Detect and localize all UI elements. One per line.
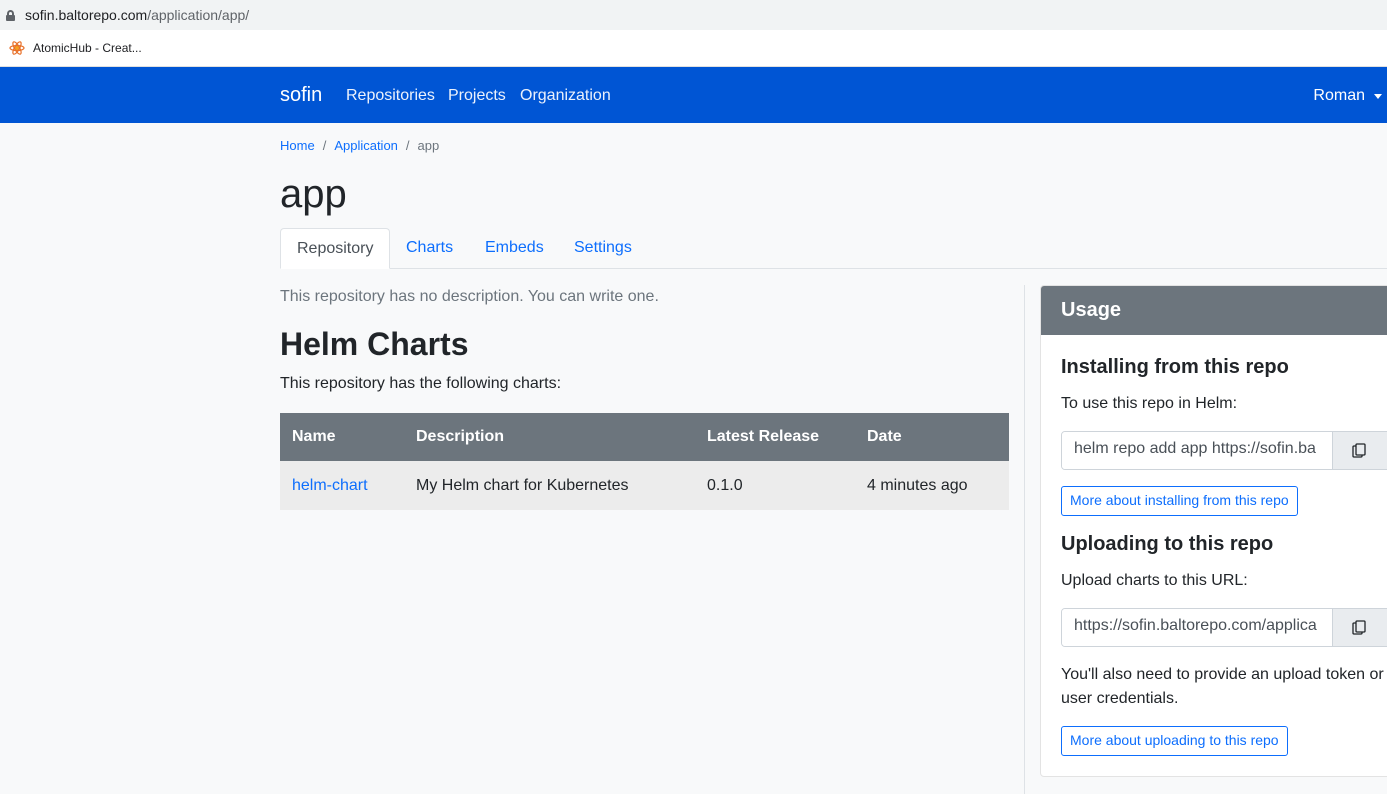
col-header-name: Name	[280, 413, 404, 461]
atomichub-icon	[9, 41, 25, 55]
usage-card: Usage Installing from this repo To use t…	[1040, 285, 1387, 777]
lock-icon	[6, 9, 15, 21]
copy-upload-button[interactable]	[1332, 609, 1387, 646]
page-title: app	[280, 172, 347, 216]
repo-description: This repository has no description. You …	[280, 288, 659, 305]
top-navbar: sofin Repositories Projects Organization…	[0, 67, 1387, 123]
upload-url-input[interactable]: https://sofin.baltorepo.com/applica	[1062, 609, 1332, 646]
address-bar[interactable]: sofin.baltorepo.com/application/app/	[0, 0, 1387, 30]
copy-install-button[interactable]	[1332, 432, 1387, 469]
brand-link[interactable]: sofin	[280, 84, 322, 107]
user-menu[interactable]: Roman	[1313, 87, 1365, 105]
breadcrumb-home[interactable]: Home	[280, 138, 315, 153]
tab-repository[interactable]: Repository	[280, 228, 391, 269]
table-header-row: Name Description Latest Release Date	[280, 413, 1009, 461]
col-header-description: Description	[404, 413, 695, 461]
upload-text: Upload charts to this URL:	[1061, 572, 1248, 589]
nav-organization[interactable]: Organization	[520, 87, 611, 105]
breadcrumb: Home / Application / app	[280, 138, 439, 153]
install-command-field: helm repo add app https://sofin.ba	[1061, 431, 1387, 470]
upload-title: Uploading to this repo	[1061, 533, 1274, 555]
nav-projects[interactable]: Projects	[448, 87, 506, 105]
section-title: Helm Charts	[280, 326, 469, 362]
url-host: sofin.baltorepo.com	[25, 7, 148, 23]
charts-table: Name Description Latest Release Date hel…	[280, 413, 1009, 510]
tab-embeds[interactable]: Embeds	[469, 228, 560, 269]
tab-settings[interactable]: Settings	[558, 228, 648, 269]
section-subtitle: This repository has the following charts…	[280, 375, 562, 392]
cell-date: 4 minutes ago	[855, 461, 1009, 510]
upload-url-field: https://sofin.baltorepo.com/applica	[1061, 608, 1387, 647]
tab-charts[interactable]: Charts	[390, 228, 469, 269]
col-header-date: Date	[855, 413, 1009, 461]
cell-release: 0.1.0	[695, 461, 855, 510]
breadcrumb-application[interactable]: Application	[334, 138, 398, 153]
clipboard-icon	[1352, 620, 1366, 635]
usage-header: Usage	[1041, 286, 1387, 335]
clipboard-icon	[1352, 443, 1366, 458]
cell-description: My Helm chart for Kubernetes	[404, 461, 695, 510]
breadcrumb-separator: /	[322, 138, 327, 153]
column-divider	[1024, 285, 1025, 794]
install-command-input[interactable]: helm repo add app https://sofin.ba	[1062, 432, 1332, 469]
upload-note: You'll also need to provide an upload to…	[1061, 666, 1384, 707]
table-row: helm-chart My Helm chart for Kubernetes …	[280, 461, 1009, 510]
caret-down-icon[interactable]	[1374, 94, 1382, 99]
url-path: /application/app/	[147, 7, 250, 23]
nav-repositories[interactable]: Repositories	[346, 87, 435, 105]
cell-name: helm-chart	[280, 461, 404, 510]
breadcrumb-current: app	[417, 138, 440, 153]
breadcrumb-separator: /	[405, 138, 410, 153]
col-header-latest-release: Latest Release	[695, 413, 855, 461]
chart-link[interactable]: helm-chart	[292, 477, 368, 494]
install-text: To use this repo in Helm:	[1061, 395, 1238, 412]
bookmark-atomichub[interactable]: AtomicHub - Creat...	[33, 41, 142, 55]
bookmarks-bar: AtomicHub - Creat...	[0, 30, 1387, 67]
install-title: Installing from this repo	[1061, 356, 1289, 378]
tab-bar: Repository Charts Embeds Settings	[280, 228, 1387, 269]
install-more-button[interactable]: More about installing from this repo	[1061, 486, 1298, 516]
upload-more-button[interactable]: More about uploading to this repo	[1061, 726, 1288, 756]
